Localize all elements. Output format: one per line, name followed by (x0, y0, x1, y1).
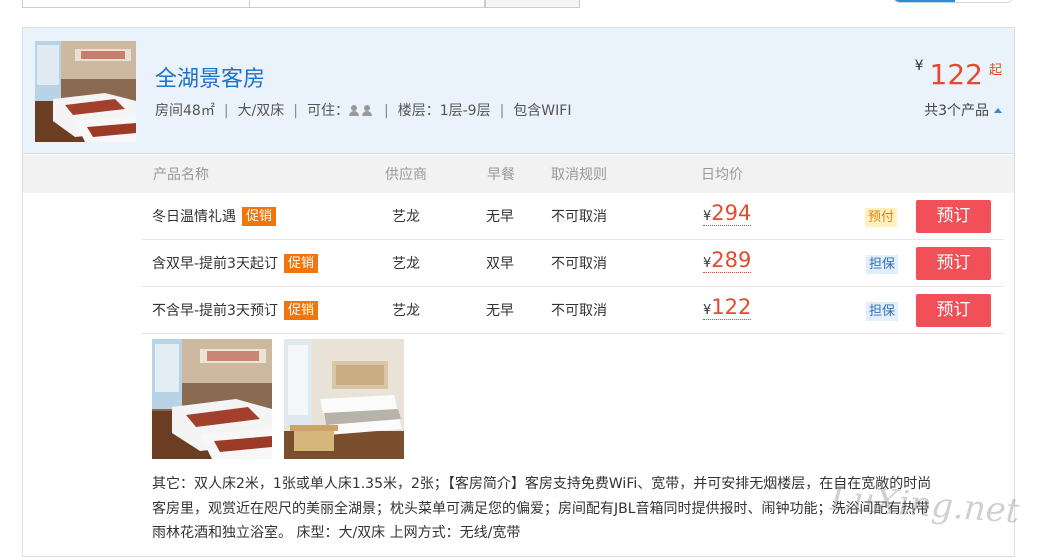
separator: | (223, 103, 229, 119)
checkin-date-input[interactable] (22, 0, 250, 8)
product-count[interactable]: 共3个产品 (924, 103, 989, 119)
separator: | (499, 103, 505, 119)
caret-up-icon[interactable] (994, 108, 1002, 113)
cancel-policy: 不可取消 (551, 209, 607, 225)
cancel-policy: 不可取消 (551, 303, 607, 319)
book-button[interactable]: 预订 (916, 294, 991, 327)
room-area: 房间48㎡ (155, 103, 215, 119)
separator: | (293, 103, 298, 119)
currency-symbol: ¥ (914, 58, 924, 74)
supplier: 艺龙 (392, 209, 420, 225)
guarantee-badge: 担保 (866, 302, 899, 321)
room-photo[interactable] (152, 339, 272, 459)
view-toggle[interactable] (892, 0, 1014, 3)
daily-price-value[interactable]: 289 (711, 248, 751, 272)
promo-badge: 促销 (242, 207, 277, 226)
book-button[interactable]: 预订 (916, 247, 991, 280)
room-card: 全湖景客房 房间48㎡ | 大/双床 | 可住： | 楼层：1层-9层 | 包含WIFI ¥12… (22, 27, 1015, 557)
daily-price-value[interactable]: 294 (711, 201, 751, 225)
cancel-policy: 不可取消 (551, 256, 607, 272)
product-name-text[interactable]: 冬日温情礼遇 (152, 209, 236, 225)
starting-price-value: 122 (929, 58, 983, 91)
room-floor: 楼层：1层-9层 (397, 103, 491, 119)
header-product-name: 产品名称 (153, 167, 209, 183)
header-cancel-policy: 取消规则 (551, 167, 607, 183)
room-info: 房间48㎡ | 大/双床 | 可住： | 楼层：1层-9层 | 包含WIFI (155, 100, 571, 120)
product-name-text[interactable]: 不含早-提前3天预订 (152, 303, 278, 319)
breakfast: 无早 (486, 209, 514, 225)
supplier: 艺龙 (392, 256, 420, 272)
starting-price: ¥122 起 (915, 58, 1002, 91)
occupancy-label: 可住： (306, 103, 349, 119)
search-bar-remnant (0, 0, 1040, 10)
promo-badge: 促销 (283, 254, 318, 273)
checkout-date-input[interactable] (249, 0, 485, 8)
person-icon (361, 105, 372, 116)
product-count-toggle[interactable]: 共3个产品 (924, 100, 1002, 120)
supplier: 艺龙 (392, 303, 420, 319)
product-name[interactable]: 冬日温情礼遇 促销 (152, 206, 277, 226)
room-bed: 大/双床 (237, 103, 285, 119)
daily-price[interactable]: ¥294 (703, 201, 752, 226)
prepay-badge: 预付 (865, 208, 898, 227)
person-icon (348, 105, 359, 116)
breakfast: 无早 (486, 303, 514, 319)
room-description: 其它：双人床2米，1张或单人床1.35米，2张；【客房简介】客房支持免费WiFi… (152, 476, 932, 541)
promo-badge: 促销 (283, 301, 318, 320)
separator: | (383, 103, 389, 119)
search-button[interactable] (485, 0, 580, 8)
products-table-header: 产品名称 供应商 早餐 取消规则 日均价 (23, 155, 1014, 193)
product-name[interactable]: 不含早-提前3天预订 促销 (152, 300, 318, 320)
room-header: 全湖景客房 房间48㎡ | 大/双床 | 可住： | 楼层：1层-9层 | 包含WIFI ¥12… (23, 28, 1014, 154)
table-row: 不含早-提前3天预订 促销 艺龙 无早 不可取消 ¥122 担保 预订 (23, 287, 1014, 334)
header-daily-price: 日均价 (701, 167, 743, 183)
room-wifi: 包含WIFI (513, 103, 572, 119)
guarantee-badge: 担保 (866, 255, 899, 274)
room-title[interactable]: 全湖景客房 (155, 61, 265, 93)
table-row: 含双早-提前3天起订 促销 艺龙 双早 不可取消 ¥289 担保 预订 (23, 240, 1014, 287)
daily-price[interactable]: ¥122 (703, 295, 752, 320)
product-name-text[interactable]: 含双早-提前3天起订 (152, 256, 278, 272)
header-supplier: 供应商 (385, 167, 427, 183)
breakfast: 双早 (486, 256, 514, 272)
daily-price-value[interactable]: 122 (711, 295, 751, 319)
view-toggle-active[interactable] (893, 0, 955, 2)
book-button[interactable]: 预订 (916, 200, 991, 233)
price-suffix: 起 (988, 63, 1002, 78)
daily-price[interactable]: ¥289 (703, 248, 752, 273)
header-breakfast: 早餐 (487, 167, 515, 183)
room-thumbnail[interactable] (35, 41, 136, 142)
row-divider (141, 333, 1004, 334)
table-row: 冬日温情礼遇 促销 艺龙 无早 不可取消 ¥294 预付 预订 (23, 193, 1014, 240)
room-photo[interactable] (284, 339, 404, 459)
product-name[interactable]: 含双早-提前3天起订 促销 (152, 253, 318, 273)
